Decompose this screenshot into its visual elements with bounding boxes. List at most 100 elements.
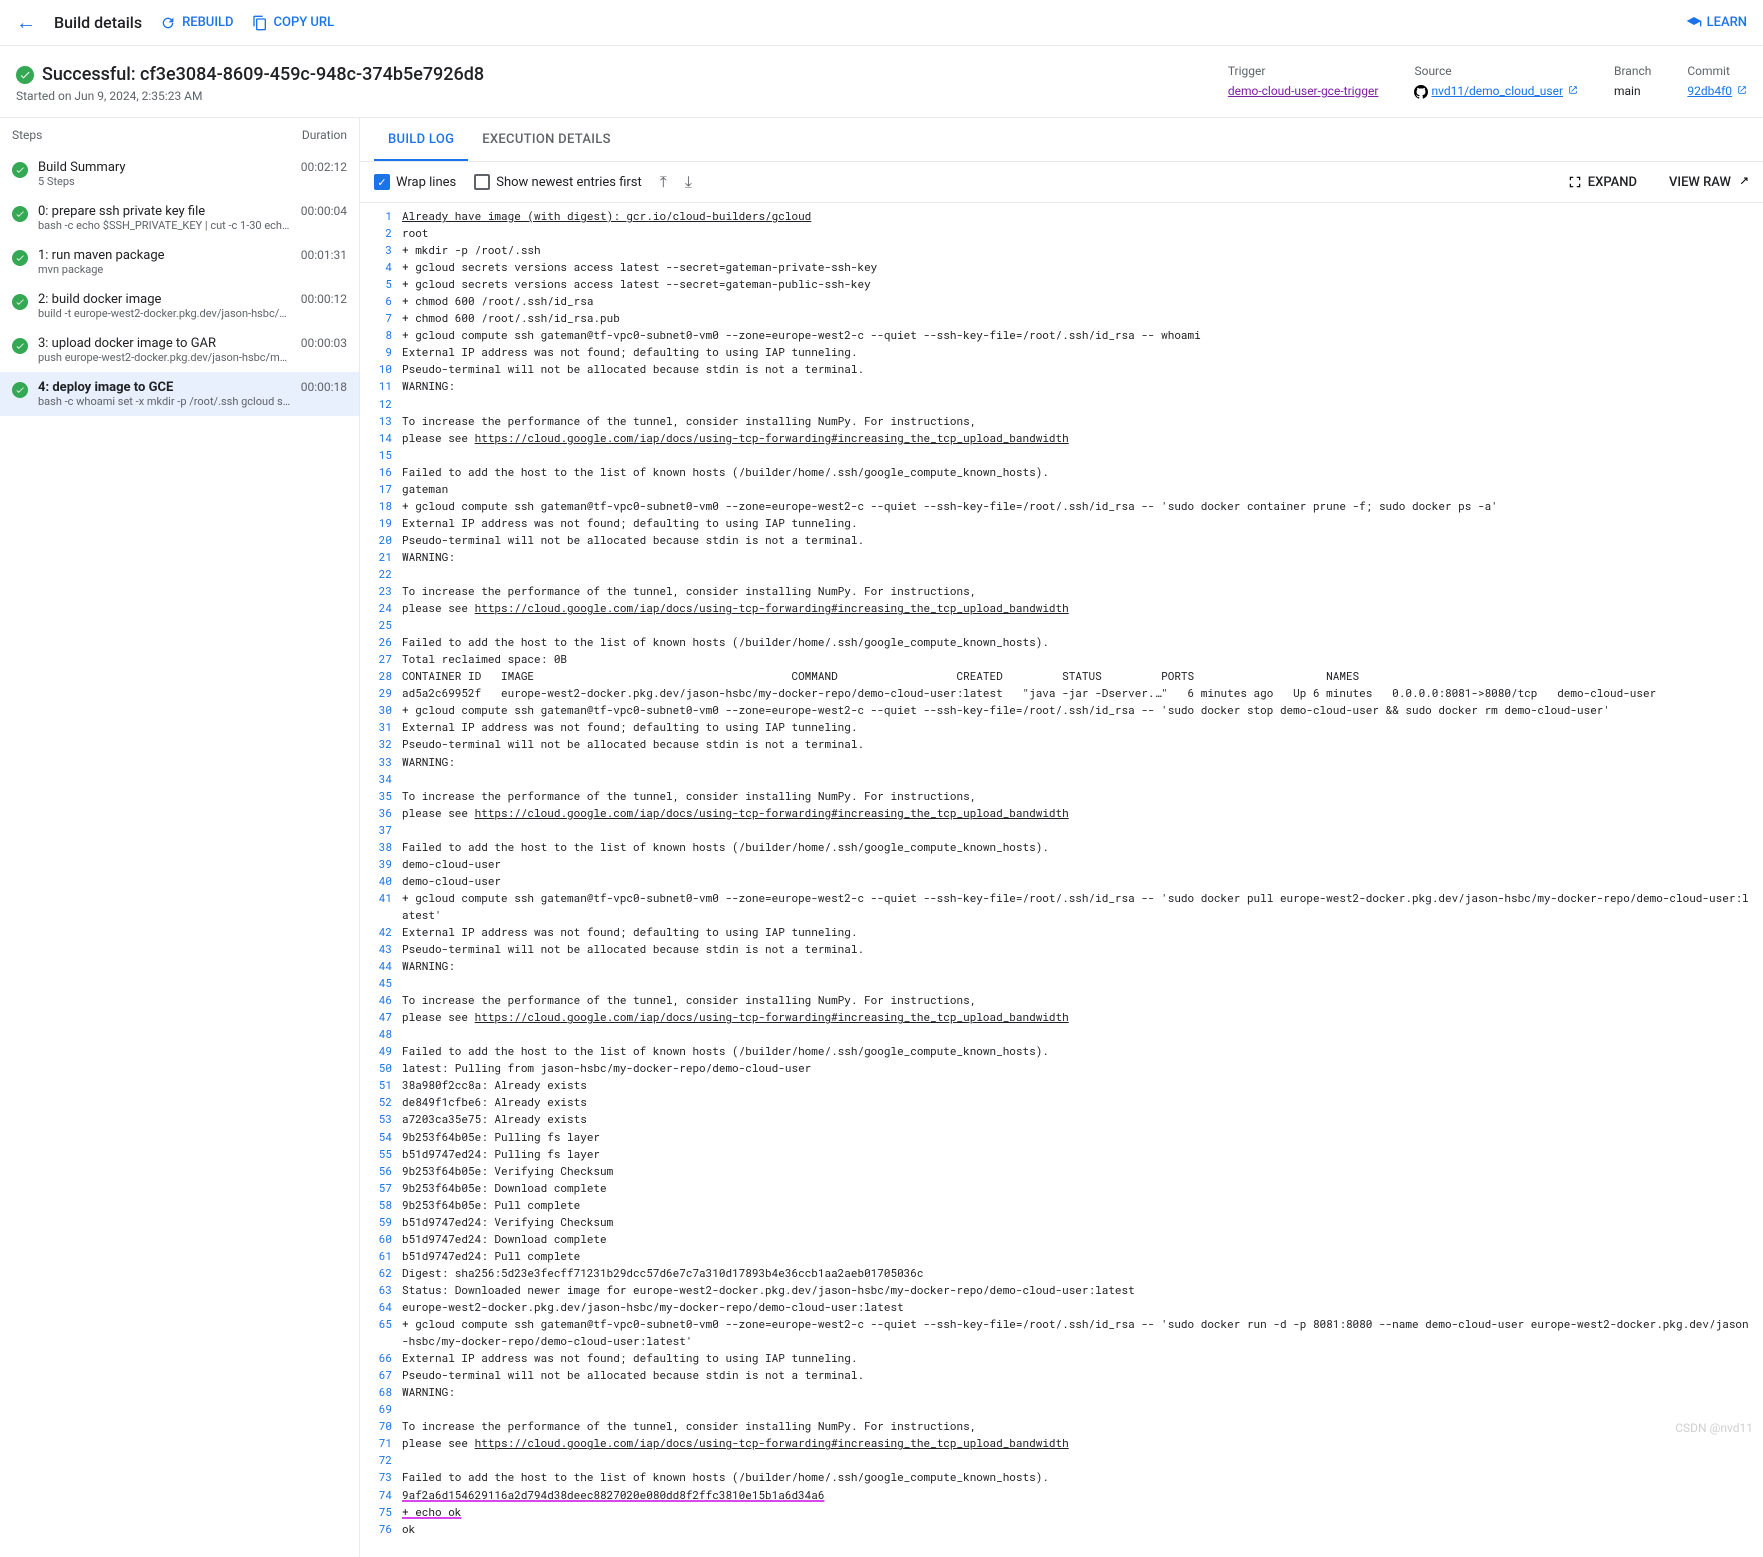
line-text: + chmod 600 /root/.ssh/id_rsa.pub: [402, 309, 1763, 326]
log-line: 2root: [360, 224, 1763, 241]
copy-icon: [252, 15, 268, 31]
line-number: 66: [360, 1349, 402, 1366]
line-number: 40: [360, 872, 402, 889]
build-start-time: Started on Jun 9, 2024, 2:35:23 AM: [16, 89, 484, 103]
log-panel: BUILD LOG EXECUTION DETAILS Wrap lines S…: [360, 118, 1763, 1557]
log-line: 44WARNING:: [360, 957, 1763, 974]
log-line: 40demo-cloud-user: [360, 872, 1763, 889]
log-body[interactable]: 1Already have image (with digest): gcr.i…: [360, 203, 1763, 1557]
iap-doc-link[interactable]: https://cloud.google.com/iap/docs/using-…: [475, 1009, 1069, 1024]
log-line: 43Pseudo-terminal will not be allocated …: [360, 940, 1763, 957]
log-line: 41+ gcloud compute ssh gateman@tf-vpc0-s…: [360, 889, 1763, 923]
trigger-link[interactable]: demo-cloud-user-gce-trigger: [1228, 84, 1379, 98]
github-icon: [1414, 85, 1428, 99]
line-text: b51d9747ed24: Verifying Checksum: [402, 1213, 1763, 1230]
external-link-icon: [1737, 176, 1749, 188]
line-text: [402, 446, 1763, 463]
line-number: 24: [360, 599, 402, 616]
step-row[interactable]: 4: deploy image to GCE bash -c whoami se…: [0, 372, 359, 416]
expand-icon: [1568, 175, 1582, 189]
line-text: Failed to add the host to the list of kn…: [402, 463, 1763, 480]
copy-url-button[interactable]: COPY URL: [252, 15, 335, 31]
line-number: 35: [360, 787, 402, 804]
line-text: b51d9747ed24: Pulling fs layer: [402, 1145, 1763, 1162]
line-number: 73: [360, 1468, 402, 1485]
learn-button[interactable]: LEARN: [1686, 15, 1747, 31]
iap-doc-link[interactable]: https://cloud.google.com/iap/docs/using-…: [475, 600, 1069, 615]
step-duration: 00:00:03: [301, 336, 347, 350]
line-text: Failed to add the host to the list of kn…: [402, 633, 1763, 650]
log-line: 76ok: [360, 1520, 1763, 1537]
newest-first-toggle[interactable]: Show newest entries first: [474, 174, 642, 190]
line-number: 37: [360, 821, 402, 838]
source-link[interactable]: nvd11/demo_cloud_user: [1431, 84, 1563, 98]
line-text: demo-cloud-user: [402, 855, 1763, 872]
log-line: 19External IP address was not found; def…: [360, 514, 1763, 531]
branch-value: main: [1614, 84, 1641, 98]
commit-link[interactable]: 92db4f0: [1687, 84, 1732, 98]
iap-doc-link[interactable]: https://cloud.google.com/iap/docs/using-…: [475, 430, 1069, 445]
success-icon: [12, 294, 28, 310]
line-number: 54: [360, 1128, 402, 1145]
log-line: 26Failed to add the host to the list of …: [360, 633, 1763, 650]
steps-panel: Steps Duration Build Summary 5 Steps 00:…: [0, 118, 360, 1557]
copy-url-label: COPY URL: [274, 15, 335, 30]
line-text: [402, 770, 1763, 787]
tab-build-log[interactable]: BUILD LOG: [374, 118, 468, 161]
line-number: 16: [360, 463, 402, 480]
tab-execution-details[interactable]: EXECUTION DETAILS: [468, 118, 624, 161]
step-subtitle: push europe-west2-docker.pkg.dev/jason-h…: [38, 351, 291, 364]
log-line: 28CONTAINER ID IMAGE COMMAND CREATED STA…: [360, 667, 1763, 684]
line-text: Pseudo-terminal will not be allocated be…: [402, 531, 1763, 548]
iap-doc-link[interactable]: https://cloud.google.com/iap/docs/using-…: [475, 805, 1069, 820]
line-text: Pseudo-terminal will not be allocated be…: [402, 735, 1763, 752]
line-number: 14: [360, 429, 402, 446]
iap-doc-link[interactable]: https://cloud.google.com/iap/docs/using-…: [475, 1435, 1069, 1450]
log-line: 39demo-cloud-user: [360, 855, 1763, 872]
line-text: gateman: [402, 480, 1763, 497]
line-number: 49: [360, 1042, 402, 1059]
page-title: Build details: [54, 13, 142, 32]
step-title: 1: run maven package: [38, 248, 291, 263]
step-row[interactable]: Build Summary 5 Steps 00:02:12: [0, 152, 359, 196]
wrap-lines-toggle[interactable]: Wrap lines: [374, 174, 456, 190]
back-arrow-icon[interactable]: ←: [16, 10, 36, 35]
step-duration: 00:02:12: [301, 160, 347, 174]
commit-label: Commit: [1687, 64, 1747, 78]
scroll-bottom-icon[interactable]: ⤓: [685, 172, 692, 192]
expand-button[interactable]: EXPAND: [1568, 175, 1637, 190]
step-row[interactable]: 1: run maven package mvn package 00:01:3…: [0, 240, 359, 284]
rebuild-button[interactable]: REBUILD: [160, 15, 233, 31]
line-text: demo-cloud-user: [402, 872, 1763, 889]
line-text: + gcloud compute ssh gateman@tf-vpc0-sub…: [402, 889, 1763, 923]
steps-heading: Steps: [12, 128, 42, 142]
line-text: Failed to add the host to the list of kn…: [402, 1042, 1763, 1059]
log-line: 75+ echo ok: [360, 1503, 1763, 1520]
line-number: 76: [360, 1520, 402, 1537]
log-line: 70To increase the performance of the tun…: [360, 1417, 1763, 1434]
log-line: 47please see https://cloud.google.com/ia…: [360, 1008, 1763, 1025]
line-number: 27: [360, 650, 402, 667]
scroll-top-icon[interactable]: ⤒: [660, 172, 667, 192]
step-row[interactable]: 3: upload docker image to GAR push europ…: [0, 328, 359, 372]
line-number: 64: [360, 1298, 402, 1315]
view-raw-button[interactable]: VIEW RAW: [1669, 175, 1749, 190]
step-row[interactable]: 0: prepare ssh private key file bash -c …: [0, 196, 359, 240]
build-meta: Trigger demo-cloud-user-gce-trigger Sour…: [1228, 64, 1747, 99]
line-number: 65: [360, 1315, 402, 1349]
line-text: + gcloud secrets versions access latest …: [402, 275, 1763, 292]
log-line: 24please see https://cloud.google.com/ia…: [360, 599, 1763, 616]
log-line: 17gateman: [360, 480, 1763, 497]
line-text: latest: Pulling from jason-hsbc/my-docke…: [402, 1059, 1763, 1076]
step-row[interactable]: 2: build docker image build -t europe-we…: [0, 284, 359, 328]
line-number: 9: [360, 343, 402, 360]
log-toolbar: Wrap lines Show newest entries first ⤒ ⤓…: [360, 162, 1763, 203]
line-text: + gcloud compute ssh gateman@tf-vpc0-sub…: [402, 497, 1763, 514]
line-number: 58: [360, 1196, 402, 1213]
log-line: 22: [360, 565, 1763, 582]
step-title: Build Summary: [38, 160, 291, 175]
line-number: 69: [360, 1400, 402, 1417]
log-line: 60b51d9747ed24: Download complete: [360, 1230, 1763, 1247]
line-number: 43: [360, 940, 402, 957]
line-number: 3: [360, 241, 402, 258]
